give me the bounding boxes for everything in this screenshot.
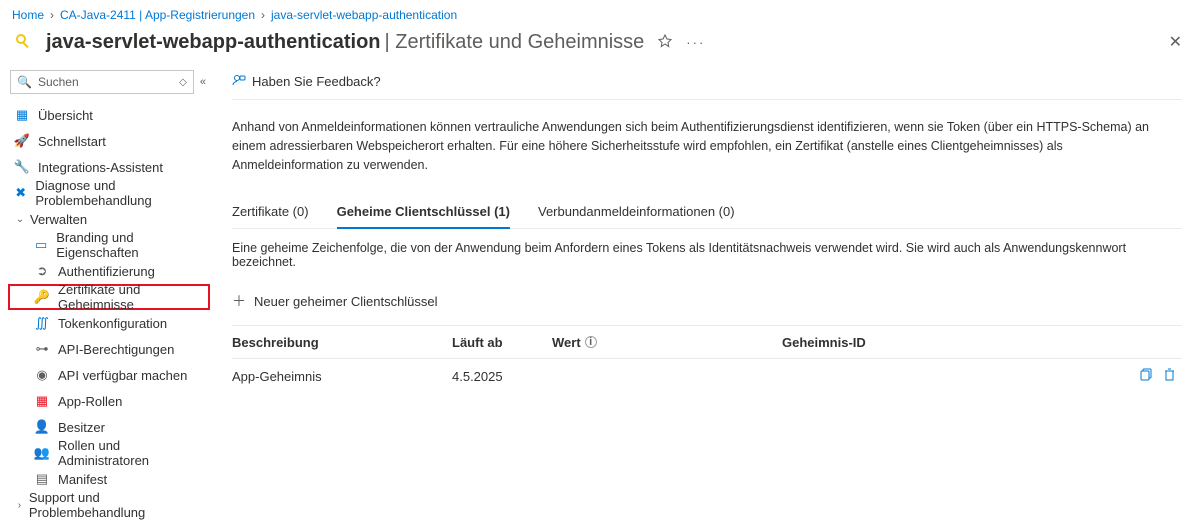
filter-icon: ◇ [179,77,187,88]
collapse-left-icon[interactable]: « [200,76,206,88]
main-content: Haben Sie Feedback? Anhand von Anmeldein… [210,64,1200,518]
more-icon[interactable]: ··· [686,35,705,50]
close-icon[interactable]: ✕ [1169,32,1188,52]
chevron-right-icon: › [14,500,25,511]
rocket-icon: 🚀 [14,133,30,149]
header-description: Beschreibung [232,335,452,350]
intro-text: Anhand von Anmeldeinformationen können v… [232,100,1172,196]
sidebar-item-certs[interactable]: 🔑 Zertifikate und Geheimnisse [8,284,210,310]
pin-icon[interactable] [658,34,672,51]
token-icon: ∭ [34,315,50,331]
sidebar-item-branding[interactable]: ▭ Branding und Eigenschaften [8,232,210,258]
sidebar-item-overview[interactable]: ▦ Übersicht [8,102,210,128]
sidebar-item-owners[interactable]: 👤 Besitzer [8,414,210,440]
sidebar-item-app-roles[interactable]: ▦ App-Rollen [8,388,210,414]
cell-expires: 4.5.2025 [452,369,552,384]
plus-icon: ＋ [232,291,246,311]
wrench-icon: 🔧 [14,159,30,175]
key-icon [12,30,36,54]
overview-icon: ▦ [14,107,30,123]
breadcrumb-home[interactable]: Home [12,8,44,22]
feedback-icon [232,73,246,90]
page-header: java-servlet-webapp-authentication | Zer… [0,30,1200,64]
tab-federated[interactable]: Verbundanmeldeinformationen (0) [538,196,735,228]
api-expose-icon: ◉ [34,367,50,383]
sidebar-group-manage[interactable]: ⌄ Verwalten [8,206,210,232]
sidebar-item-roles-admins[interactable]: 👥 Rollen und Administratoren [8,440,210,466]
api-perm-icon: ⊶ [34,341,50,357]
tab-certificates[interactable]: Zertifikate (0) [232,196,309,228]
sidebar-item-token[interactable]: ∭ Tokenkonfiguration [8,310,210,336]
sidebar-item-diagnose[interactable]: ✖ Diagnose und Problembehandlung [8,180,210,206]
cell-description: App-Geheimnis [232,369,452,384]
new-secret-button[interactable]: ＋ Neuer geheimer Clientschlüssel [232,285,1182,325]
app-roles-icon: ▦ [34,393,50,409]
table-header: Beschreibung Läuft ab Wert i Geheimnis-I… [232,325,1182,359]
diagnose-icon: ✖ [14,185,27,201]
info-icon[interactable]: i [585,336,597,348]
owners-icon: 👤 [34,419,50,435]
header-expires: Läuft ab [452,335,552,350]
manifest-icon: ▤ [34,471,50,487]
table-row: App-Geheimnis 4.5.2025 [232,359,1182,393]
sidebar-item-auth[interactable]: ➲ Authentifizierung [8,258,210,284]
page-title-primary: java-servlet-webapp-authentication [46,31,381,54]
sidebar-item-api-expose[interactable]: ◉ API verfügbar machen [8,362,210,388]
page-title-secondary: | Zertifikate und Geheimnisse [385,31,645,54]
tabs: Zertifikate (0) Geheime Clientschlüssel … [232,196,1182,229]
chevron-right-icon: › [261,8,265,22]
sidebar-item-api-perm[interactable]: ⊶ API-Berechtigungen [8,336,210,362]
header-value: Wert i [552,335,782,350]
chevron-down-icon: ⌄ [14,214,26,225]
sidebar-item-integration[interactable]: 🔧 Integrations-Assistent [8,154,210,180]
copy-icon[interactable] [1140,368,1153,384]
sidebar-group-support[interactable]: › Support und Problembehandlung [8,492,210,518]
sidebar-item-quickstart[interactable]: 🚀 Schnellstart [8,128,210,154]
header-secret-id: Geheimnis-ID [782,335,1132,350]
toolbar: Haben Sie Feedback? [232,64,1182,100]
search-input[interactable]: 🔍 Suchen ◇ [10,70,194,94]
breadcrumb-level2[interactable]: CA-Java-2411 | App-Registrierungen [60,8,255,22]
key-icon: 🔑 [34,289,50,305]
feedback-link[interactable]: Haben Sie Feedback? [252,74,381,89]
tab-client-secrets[interactable]: Geheime Clientschlüssel (1) [337,196,510,229]
search-icon: 🔍 [17,75,32,89]
chevron-right-icon: › [50,8,54,22]
breadcrumb: Home › CA-Java-2411 | App-Registrierunge… [0,0,1200,30]
breadcrumb-level3[interactable]: java-servlet-webapp-authentication [271,8,457,22]
delete-icon[interactable] [1163,368,1176,384]
roles-admins-icon: 👥 [34,445,50,461]
branding-icon: ▭ [34,237,48,253]
sidebar-item-manifest[interactable]: ▤ Manifest [8,466,210,492]
auth-icon: ➲ [34,263,50,279]
tab-description: Eine geheime Zeichenfolge, die von der A… [232,229,1182,285]
sidebar: 🔍 Suchen ◇ « ▦ Übersicht 🚀 Schnellstart … [0,64,210,518]
secrets-table: Beschreibung Läuft ab Wert i Geheimnis-I… [232,325,1182,393]
